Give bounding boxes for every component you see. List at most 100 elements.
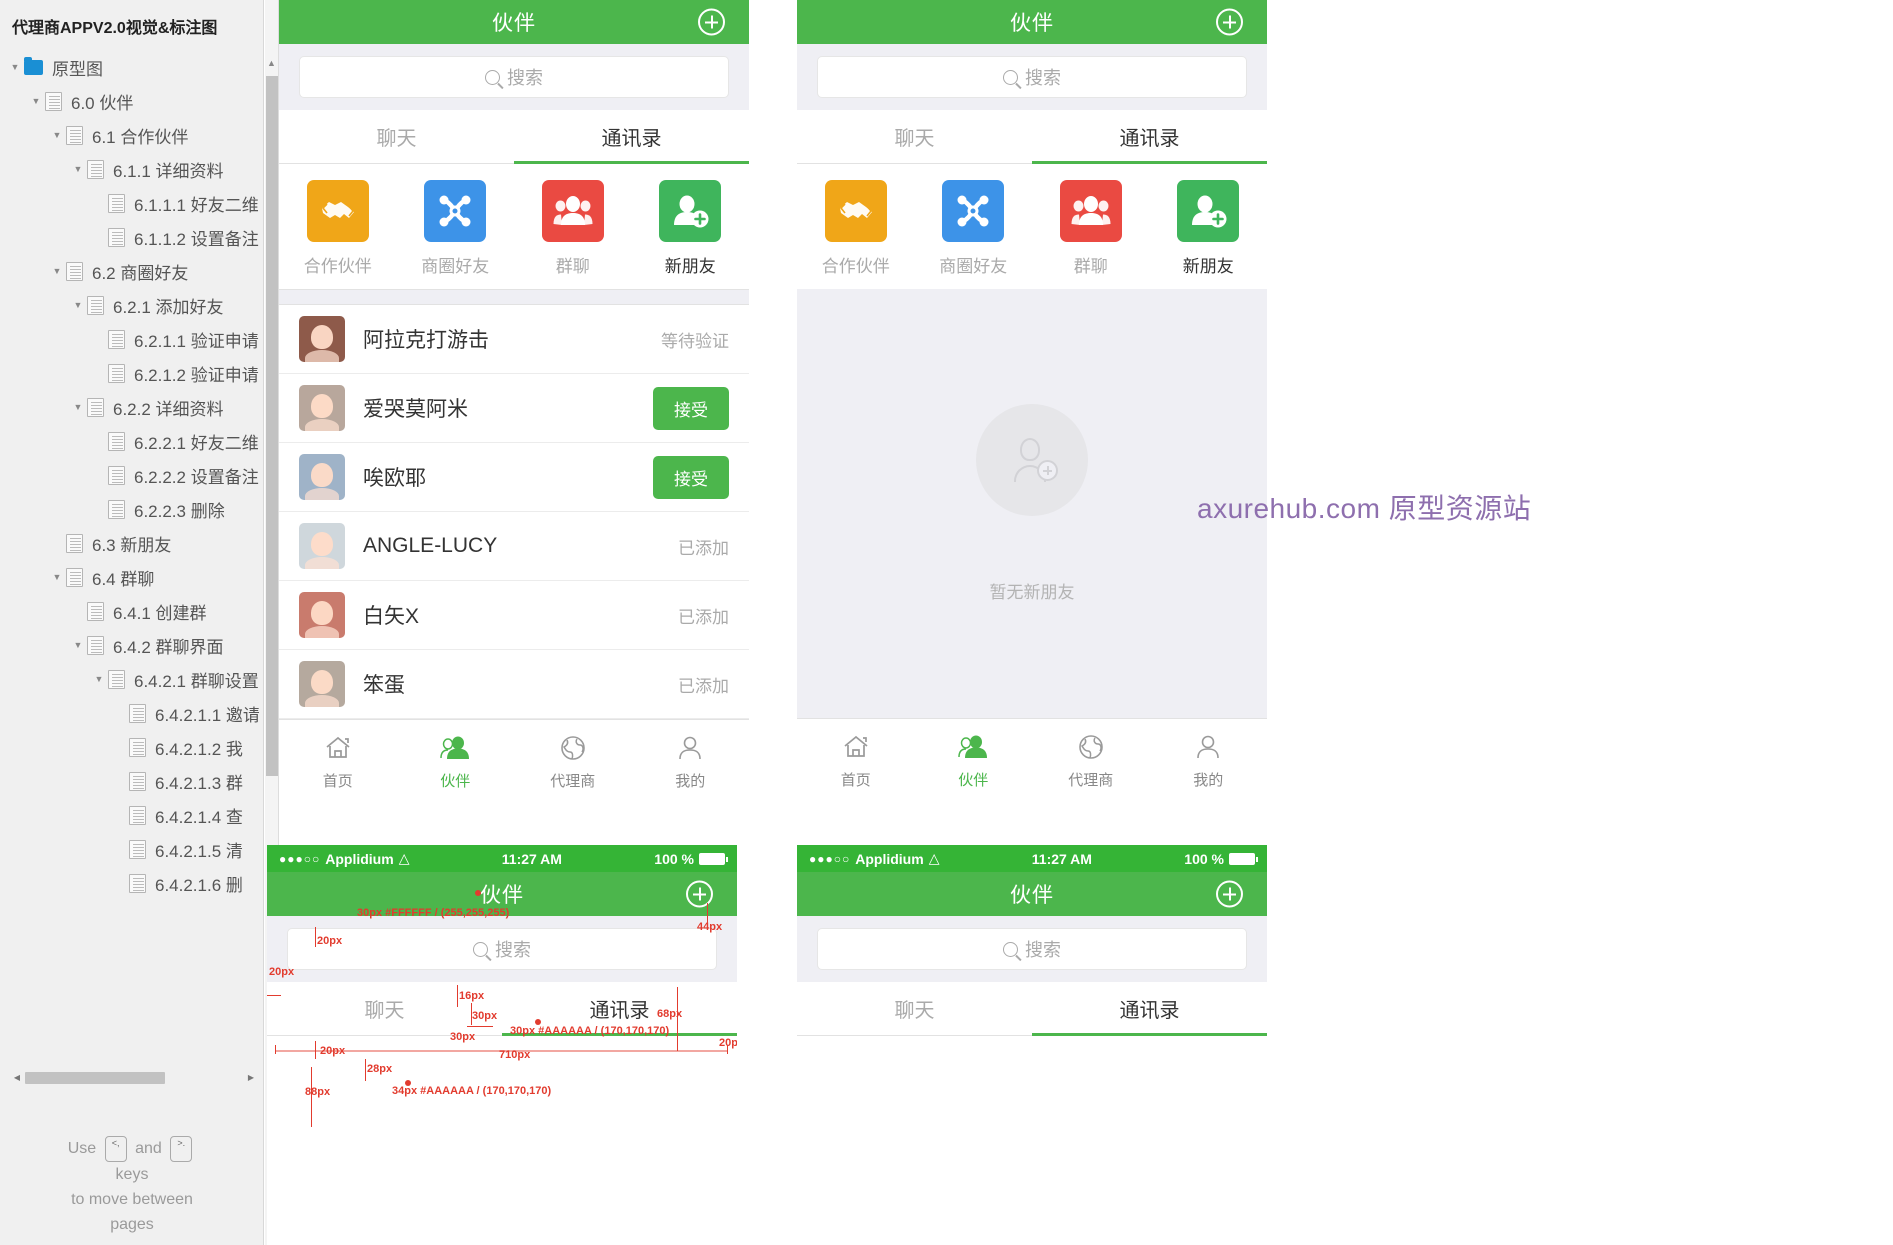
- tabbar-item-home[interactable]: 首页: [797, 732, 915, 790]
- tree-twisty-icon[interactable]: ▼: [27, 96, 45, 106]
- accept-button[interactable]: 接受: [653, 386, 729, 430]
- tree-twisty-icon[interactable]: ▼: [69, 402, 87, 412]
- tree-item[interactable]: ▼6.2.2.1 好友二维码: [0, 424, 263, 458]
- tab-contacts[interactable]: 通讯录: [514, 110, 749, 164]
- plus-circle-icon[interactable]: [698, 8, 725, 36]
- tabbar-item-globe[interactable]: 代理商: [1032, 732, 1150, 790]
- tabbar-item-home[interactable]: 首页: [279, 733, 397, 791]
- sidebar-horizontal-scrollbar[interactable]: ◀ ▶: [10, 1071, 258, 1085]
- segment-tabs[interactable]: 聊天 通讯录: [267, 982, 737, 1036]
- category-group[interactable]: 群聊: [1032, 180, 1150, 277]
- category-label: 群聊: [555, 257, 590, 276]
- tabbar-item-globe[interactable]: 代理商: [514, 733, 632, 791]
- tab-chat[interactable]: 聊天: [797, 982, 1032, 1035]
- tree-item[interactable]: ▼6.4.1 创建群: [0, 594, 263, 628]
- tree-item[interactable]: ▼6.2.1.2 验证申请: [0, 356, 263, 390]
- tree-twisty-icon[interactable]: ▼: [90, 674, 108, 684]
- tree-item[interactable]: ▼6.4.2.1.2 我: [0, 730, 263, 764]
- category-network[interactable]: 商圈好友: [915, 180, 1033, 277]
- tree-item[interactable]: ▼6.4.2.1.3 群: [0, 764, 263, 798]
- segment-tabs[interactable]: 聊天 通讯录: [797, 110, 1267, 164]
- tab-chat[interactable]: 聊天: [279, 110, 514, 163]
- tabbar-item-person[interactable]: 我的: [632, 733, 750, 791]
- friend-status: 已添加: [678, 676, 729, 696]
- tree-twisty-icon[interactable]: ▼: [48, 266, 66, 276]
- scroll-left-arrow-icon[interactable]: ◀: [10, 1071, 24, 1085]
- tree-item[interactable]: ▼ 6.1.1 详细资料: [0, 152, 263, 186]
- friend-row[interactable]: 阿拉克打游击 等待验证: [279, 305, 749, 374]
- search-input[interactable]: 搜索: [299, 56, 729, 98]
- tabbar-item-person[interactable]: 我的: [1150, 732, 1268, 790]
- search-input[interactable]: 搜索: [817, 56, 1247, 98]
- tree-item[interactable]: ▼6.4.2.1.5 清: [0, 832, 263, 866]
- tabbar-item-partners[interactable]: 伙伴: [915, 732, 1033, 790]
- tree-item[interactable]: ▼ 6.4.2 群聊界面: [0, 628, 263, 662]
- tree-item[interactable]: ▼6.3 新朋友: [0, 526, 263, 560]
- carrier-label: Applidium: [855, 850, 924, 867]
- tree-item[interactable]: ▼ 原型图: [0, 50, 263, 84]
- plus-circle-icon[interactable]: [686, 880, 713, 908]
- friend-row[interactable]: 唉欧耶 接受: [279, 443, 749, 512]
- category-handshake[interactable]: 合作伙伴: [279, 180, 397, 277]
- tree-item-label: 6.0 伙伴: [71, 93, 134, 113]
- category-row[interactable]: 合作伙伴 商圈好友 群聊 新朋友: [797, 164, 1267, 289]
- canvas-scrollbar-thumb[interactable]: [266, 76, 278, 776]
- friend-list[interactable]: 阿拉克打游击 等待验证 爱哭莫阿米 接受 唉欧耶 接受 ANGLE-LUCY 已添加 白矢X 已添…: [279, 305, 749, 719]
- tree-item[interactable]: ▼6.2.2.3 删除: [0, 492, 263, 526]
- tree-twisty-icon[interactable]: ▼: [48, 572, 66, 582]
- tabbar-item-partners[interactable]: 伙伴: [397, 733, 515, 791]
- tree-item[interactable]: ▼6.4.2.1.4 查: [0, 798, 263, 832]
- tree-item[interactable]: ▼ 6.2.2 详细资料: [0, 390, 263, 424]
- scrollbar-thumb[interactable]: [25, 1072, 165, 1084]
- tree-item[interactable]: ▼ 6.4.2.1 群聊设置: [0, 662, 263, 696]
- friend-row[interactable]: ANGLE-LUCY 已添加: [279, 512, 749, 581]
- plus-circle-icon[interactable]: [1216, 8, 1243, 36]
- tab-chat[interactable]: 聊天: [267, 982, 502, 1035]
- tree-item[interactable]: ▼ 6.0 伙伴: [0, 84, 263, 118]
- category-handshake[interactable]: 合作伙伴: [797, 180, 915, 277]
- category-group[interactable]: 群聊: [514, 180, 632, 277]
- category-add-person[interactable]: 新朋友: [1150, 180, 1268, 277]
- bottom-tab-bar[interactable]: 首页 伙伴 代理商 我的: [797, 718, 1267, 802]
- tree-item[interactable]: ▼ 6.4 群聊: [0, 560, 263, 594]
- search-input[interactable]: 搜索: [287, 928, 717, 970]
- next-page-key[interactable]: >.: [170, 1136, 193, 1162]
- scroll-right-arrow-icon[interactable]: ▶: [244, 1071, 258, 1085]
- category-label: 合作伙伴: [303, 257, 372, 276]
- tab-chat[interactable]: 聊天: [797, 110, 1032, 163]
- friend-row[interactable]: 笨蛋 已添加: [279, 650, 749, 719]
- friend-row[interactable]: 白矢X 已添加: [279, 581, 749, 650]
- prev-page-key[interactable]: <,: [104, 1136, 127, 1162]
- scroll-up-arrow-icon[interactable]: ▲: [267, 58, 276, 68]
- tree-item[interactable]: ▼6.2.1.1 验证申请: [0, 322, 263, 356]
- tree-twisty-icon[interactable]: ▼: [69, 164, 87, 174]
- tree-item[interactable]: ▼6.1.1.2 设置备注: [0, 220, 263, 254]
- tree-item[interactable]: ▼ 6.2.1 添加好友: [0, 288, 263, 322]
- tree-twisty-icon[interactable]: ▼: [48, 130, 66, 140]
- tree-twisty-icon[interactable]: ▼: [6, 62, 24, 72]
- tree-item[interactable]: ▼ 6.1 合作伙伴: [0, 118, 263, 152]
- tab-contacts[interactable]: 通讯录: [502, 982, 737, 1036]
- plus-circle-icon[interactable]: [1216, 880, 1243, 908]
- avatar: [299, 454, 345, 500]
- tree-item[interactable]: ▼6.2.2.2 设置备注: [0, 458, 263, 492]
- category-add-person[interactable]: 新朋友: [632, 180, 750, 277]
- accept-button[interactable]: 接受: [653, 455, 729, 499]
- tab-contacts[interactable]: 通讯录: [1032, 982, 1267, 1036]
- tree-item[interactable]: ▼6.4.2.1.6 删: [0, 866, 263, 900]
- page-tree[interactable]: ▼原型图▼6.0 伙伴▼6.1 合作伙伴▼6.1.1 详细资料▼6.1.1.1 …: [0, 48, 263, 900]
- search-input[interactable]: 搜索: [817, 928, 1247, 970]
- tree-item[interactable]: ▼ 6.2 商圈好友: [0, 254, 263, 288]
- tab-contacts[interactable]: 通讯录: [1032, 110, 1267, 164]
- category-network[interactable]: 商圈好友: [397, 180, 515, 277]
- friend-row[interactable]: 爱哭莫阿米 接受: [279, 374, 749, 443]
- bottom-tab-bar[interactable]: 首页 伙伴 代理商 我的: [279, 719, 749, 803]
- friend-status: 已添加: [678, 607, 729, 627]
- tree-twisty-icon[interactable]: ▼: [69, 640, 87, 650]
- tree-item[interactable]: ▼6.4.2.1.1 邀请: [0, 696, 263, 730]
- segment-tabs[interactable]: 聊天 通讯录: [279, 110, 749, 164]
- category-row[interactable]: 合作伙伴 商圈好友 群聊 新朋友: [279, 164, 749, 289]
- tree-item[interactable]: ▼6.1.1.1 好友二维码: [0, 186, 263, 220]
- tree-twisty-icon[interactable]: ▼: [69, 300, 87, 310]
- segment-tabs[interactable]: 聊天 通讯录: [797, 982, 1267, 1036]
